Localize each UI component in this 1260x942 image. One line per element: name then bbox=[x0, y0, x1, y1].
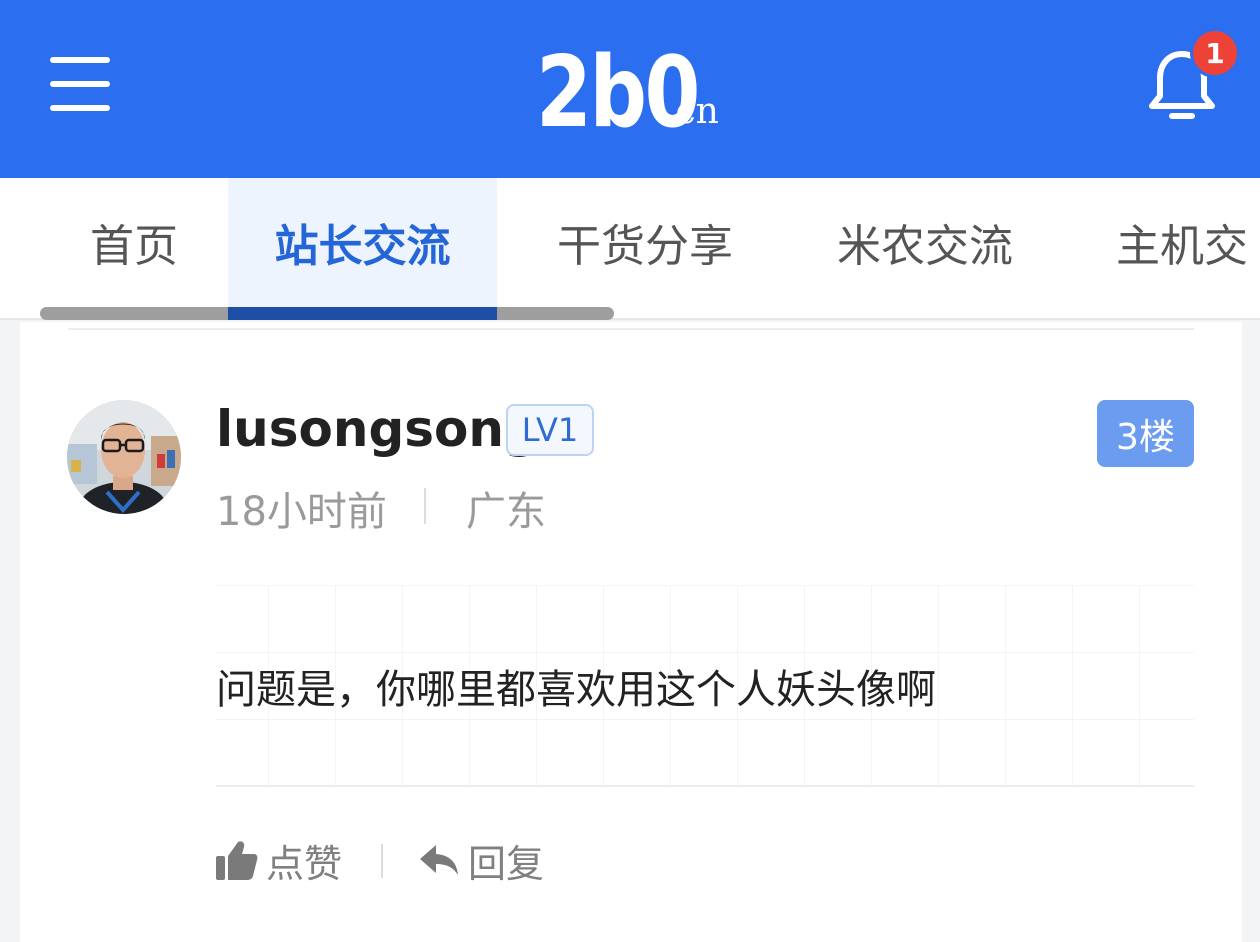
meta-divider bbox=[424, 488, 426, 524]
floor-badge: 3楼 bbox=[1097, 400, 1194, 467]
reply-arrow-icon bbox=[420, 845, 458, 875]
post-time: 18小时前 bbox=[216, 489, 387, 535]
tab-host-talk[interactable]: 主机交 bbox=[1074, 178, 1260, 318]
reply-button[interactable]: 回复 bbox=[420, 834, 544, 886]
divider bbox=[68, 328, 1194, 330]
post-content: 问题是，你哪里都喜欢用这个人妖头像啊 bbox=[216, 667, 936, 713]
reply-label: 回复 bbox=[468, 841, 545, 886]
logo-main-text: 2b0 bbox=[536, 36, 700, 150]
notification-badge[interactable]: 1 bbox=[1190, 28, 1240, 78]
category-tabbar: 首页 站长交流 干货分享 米农交流 主机交 bbox=[0, 178, 1260, 320]
post-location: 广东 bbox=[466, 489, 546, 535]
action-divider bbox=[381, 844, 383, 878]
top-header: 2b0 .cn 1 bbox=[0, 0, 1260, 178]
thumbs-up-icon bbox=[216, 841, 258, 880]
username[interactable]: lusongsong bbox=[216, 396, 540, 462]
site-logo[interactable]: 2b0 .cn bbox=[536, 32, 719, 142]
tab-home[interactable]: 首页 bbox=[40, 178, 228, 318]
menu-icon[interactable] bbox=[50, 57, 110, 111]
tab-domain-talk[interactable]: 米农交流 bbox=[790, 178, 1060, 318]
like-button[interactable]: 点赞 bbox=[216, 834, 342, 886]
level-badge: LV1 bbox=[506, 404, 594, 456]
avatar[interactable] bbox=[67, 400, 181, 514]
like-label: 点赞 bbox=[266, 841, 343, 886]
tab-active-indicator bbox=[228, 307, 497, 320]
tab-webmaster-talk[interactable]: 站长交流 bbox=[228, 178, 497, 318]
tab-knowledge-share[interactable]: 干货分享 bbox=[510, 178, 780, 318]
